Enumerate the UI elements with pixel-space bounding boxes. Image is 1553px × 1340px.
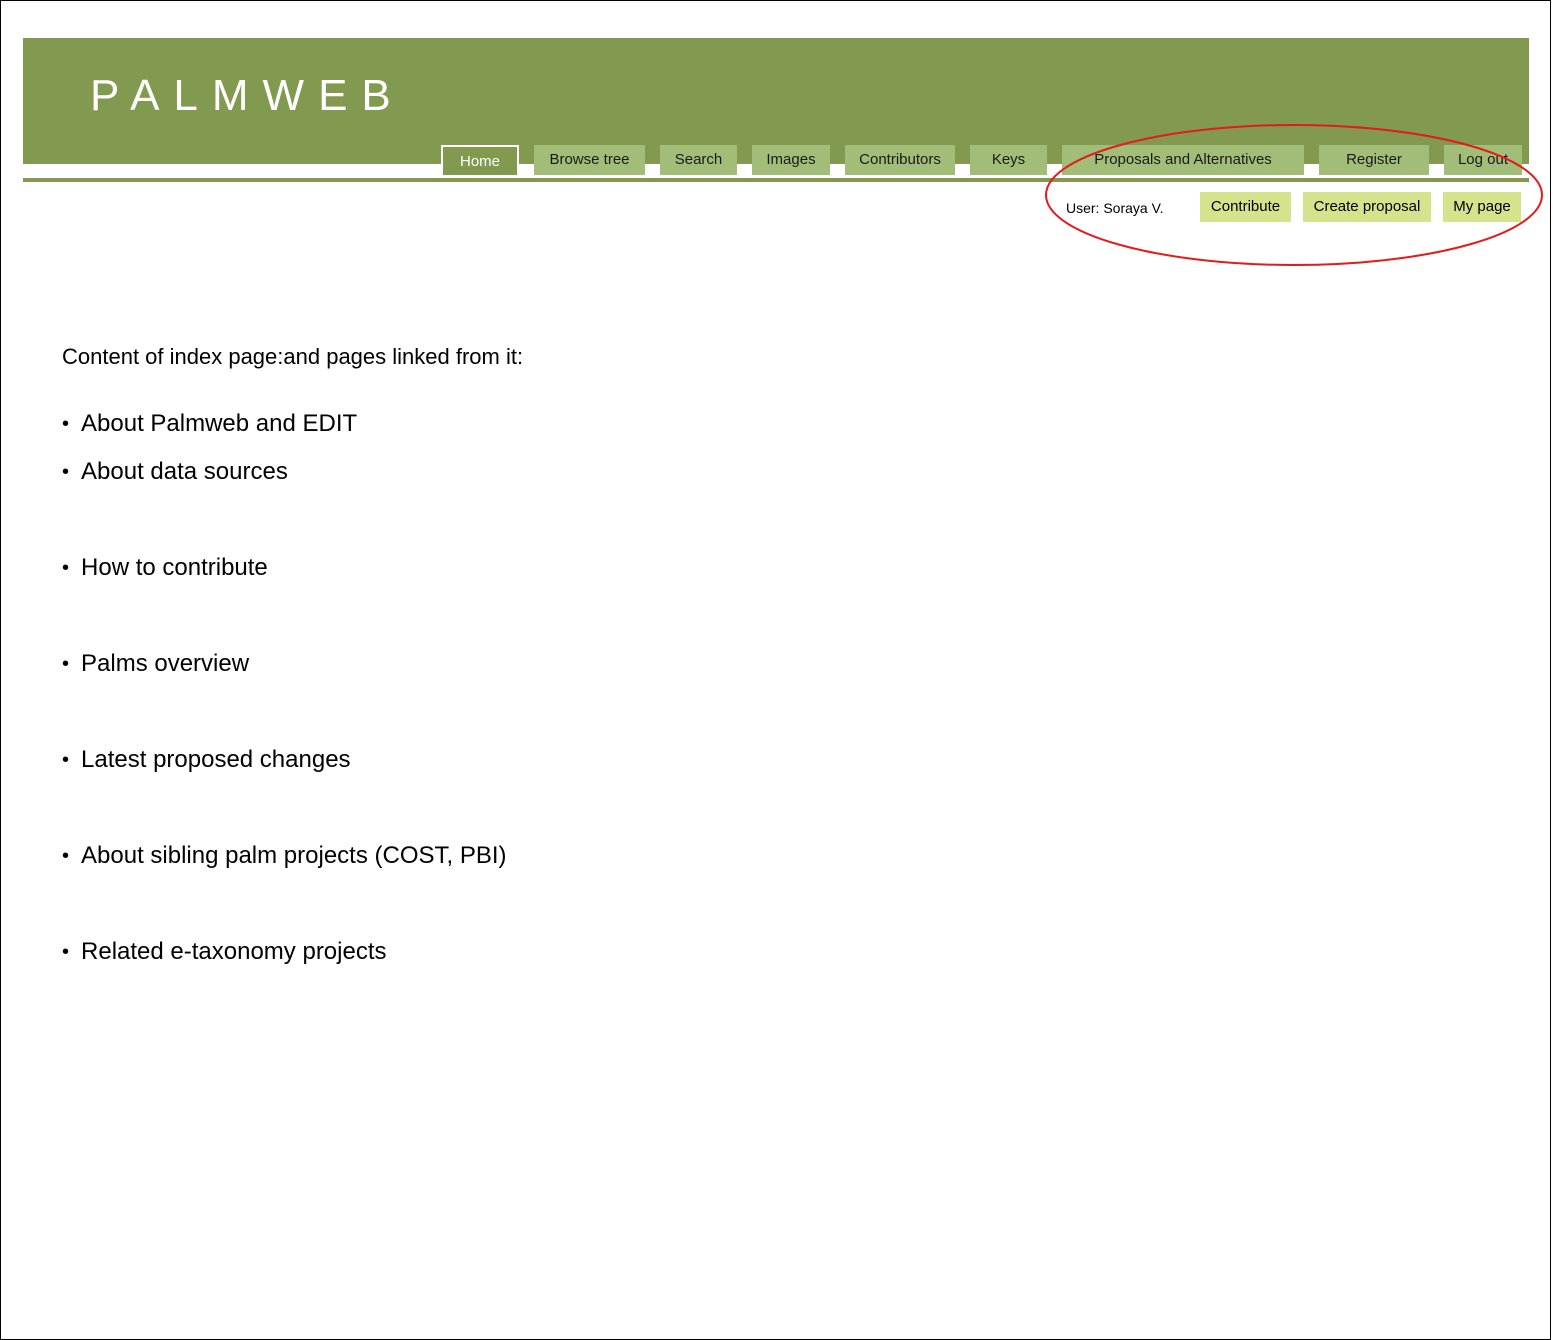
list-item[interactable]: • Palms overview — [62, 650, 249, 678]
list-item[interactable]: • About Palmweb and EDIT — [62, 410, 357, 438]
tab-search[interactable]: Search — [660, 145, 737, 175]
list-item[interactable]: • About data sources — [62, 458, 288, 486]
bullet-icon: • — [62, 844, 70, 867]
annotation-highlight-ellipse — [1045, 124, 1543, 266]
bullet-icon: • — [62, 460, 70, 483]
tab-browse-tree[interactable]: Browse tree — [534, 145, 645, 175]
list-item[interactable]: • Latest proposed changes — [62, 746, 351, 774]
site-title[interactable]: PALMWEB — [90, 74, 405, 118]
intro-link[interactable]: Content of index page — [62, 344, 277, 369]
bullet-icon: • — [62, 556, 70, 579]
tab-contributors[interactable]: Contributors — [845, 145, 955, 175]
bullet-icon: • — [62, 412, 70, 435]
bullet-icon: • — [62, 748, 70, 771]
tab-home[interactable]: Home — [441, 145, 519, 175]
bullet-icon: • — [62, 652, 70, 675]
tab-keys[interactable]: Keys — [970, 145, 1047, 175]
list-item[interactable]: • About sibling palm projects (COST, PBI) — [62, 842, 507, 870]
link-how-to-contribute[interactable]: How to contribute — [81, 554, 268, 582]
link-sibling-palm-projects[interactable]: About sibling palm projects (COST, PBI) — [81, 842, 507, 870]
bullet-icon: • — [62, 940, 70, 963]
link-about-palmweb[interactable]: About Palmweb and EDIT — [81, 410, 357, 438]
list-item[interactable]: • Related e-taxonomy projects — [62, 938, 387, 966]
link-latest-proposed-changes[interactable]: Latest proposed changes — [81, 746, 351, 774]
list-item[interactable]: • How to contribute — [62, 554, 268, 582]
intro-suffix: :and pages linked from it: — [277, 344, 524, 369]
tab-images[interactable]: Images — [752, 145, 830, 175]
intro-text: Content of index page:and pages linked f… — [62, 344, 523, 370]
link-palms-overview[interactable]: Palms overview — [81, 650, 249, 678]
link-related-e-taxonomy-projects[interactable]: Related e-taxonomy projects — [81, 938, 386, 966]
link-about-data-sources[interactable]: About data sources — [81, 458, 288, 486]
